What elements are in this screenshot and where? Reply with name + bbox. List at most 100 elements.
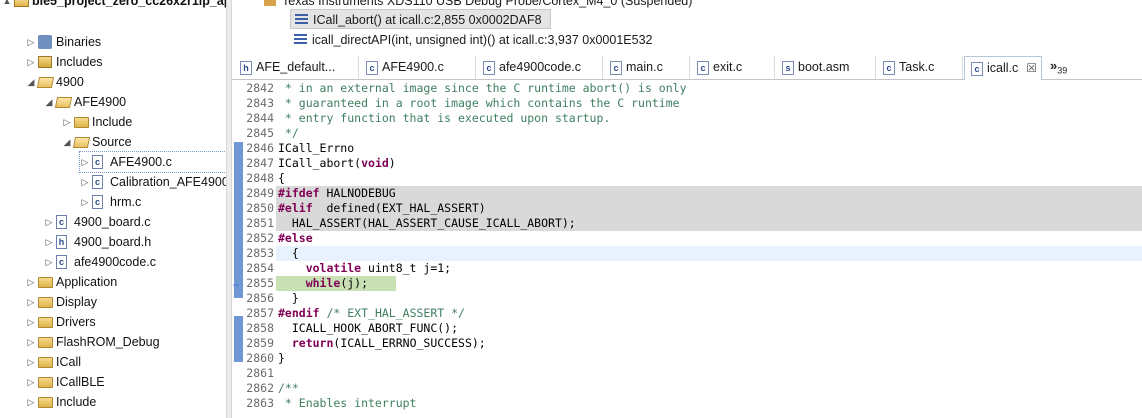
expand-toggle-icon[interactable]: ◢ [62,132,72,152]
editor-tab[interactable]: c main.c [604,56,690,79]
code-line[interactable]: 2854 volatile uint8_t j=1; [232,261,1142,276]
line-number: 2847 [246,156,274,170]
expand-toggle-icon[interactable]: ▷ [80,172,90,192]
code-line[interactable]: 2851 HAL_ASSERT(HAL_ASSERT_CAUSE_ICALL_A… [232,216,1142,231]
stack-frame[interactable]: icall_directAPI(int, unsigned int)() at … [290,30,652,50]
code-line[interactable]: 2850 #elif defined(EXT_HAL_ASSERT) [232,201,1142,216]
editor-tab[interactable]: c AFE4900.c [360,56,476,79]
code-editor[interactable]: 2842 * in an external image since the C … [232,80,1142,418]
code-text: * guaranteed in a root image which conta… [278,96,680,110]
expand-toggle-icon[interactable]: ◢ [26,72,36,92]
expand-toggle-icon[interactable]: ▷ [26,292,36,312]
code-text: while(j); [305,276,369,290]
tree-item[interactable]: ▷ c 4900_board.c [44,212,226,232]
editor-tab[interactable]: c exit.c [691,56,775,79]
expand-toggle-icon[interactable]: ▷ [80,152,90,172]
expand-toggle-icon[interactable]: ▷ [26,372,36,392]
close-tab-icon[interactable]: ☒ [1026,57,1037,80]
folder-icon [38,397,53,408]
code-line[interactable]: 2856 } [232,291,1142,306]
tree-item[interactable]: ▷ Binaries [26,32,226,52]
expand-toggle-icon[interactable]: ▷ [80,192,90,212]
code-text: #else [278,231,313,245]
expand-toggle-icon[interactable]: ▷ [26,392,36,412]
expand-toggle-icon[interactable]: ▷ [44,252,54,272]
code-line[interactable]: 2847 ICall_abort(void) [232,156,1142,171]
tree-item[interactable]: ▷ c afe4900code.c [44,252,226,272]
tab-label: main.c [626,60,663,74]
expand-toggle-icon[interactable]: ▷ [62,112,72,132]
tree-item[interactable]: ▲ ble5_project_zero_cc26x2r1lp_ap [2,0,226,11]
code-line[interactable]: 2857 #endif /* EXT_HAL_ASSERT */ [232,306,1142,321]
code-line[interactable]: 2861 [232,366,1142,381]
tree-item[interactable]: ▷ Drivers [26,312,226,332]
stack-frame-label: ICall_abort() at icall.c:2,855 0x0002DAF… [313,13,542,27]
tab-overflow-button[interactable]: »39 [1050,56,1067,79]
tree-item[interactable]: ▷ Include [62,112,226,132]
code-line[interactable]: 2843 * guaranteed in a root image which … [232,96,1142,111]
tree-item[interactable]: ▷ h 4900_board.h [44,232,226,252]
expand-toggle-icon[interactable]: ◢ [44,92,54,112]
editor-tab[interactable]: s boot.asm [776,56,876,79]
code-line[interactable]: 2863 * Enables interrupt [232,396,1142,411]
expand-toggle-icon[interactable]: ▷ [26,352,36,372]
file-type-icon: c [883,61,895,75]
code-line[interactable]: 2842 * in an external image since the C … [232,81,1142,96]
includes-icon [38,56,52,68]
line-number: 2852 [246,231,274,245]
expand-toggle-icon[interactable]: ▷ [26,32,36,52]
tree-item[interactable]: ▷ ICall [26,352,226,372]
line-number: 2845 [246,126,274,140]
tree-item[interactable]: ◢ 4900 [26,72,226,92]
file-type-icon: c [697,61,709,75]
tree-item[interactable]: ◢ AFE4900 [44,92,226,112]
code-line[interactable]: 2848 { [232,171,1142,186]
code-line[interactable]: 2849 #ifdef HALNODEBUG [232,186,1142,201]
line-number: 2856 [246,291,274,305]
tree-item[interactable]: ◢ Source [62,132,226,152]
code-line[interactable]: 2859 return(ICALL_ERRNO_SUCCESS); [232,336,1142,351]
expand-toggle-icon[interactable]: ▷ [26,52,36,72]
tree-item[interactable]: ▷ c Calibration_AFE4900 [80,172,226,192]
stack-frame-icon [295,14,308,26]
tree-item[interactable]: ▷ c hrm.c [80,192,226,212]
tree-item[interactable]: ▷ Include [26,392,226,412]
expand-toggle-icon[interactable]: ▷ [44,232,54,252]
code-text: } [278,351,285,365]
expand-toggle-icon[interactable]: ▷ [26,332,36,352]
line-number: 2862 [246,381,274,395]
editor-tab[interactable]: c Task.c [877,56,963,79]
editor-tab[interactable]: c icall.c ☒ [964,56,1042,80]
tree-item[interactable]: ▷ c AFE4900.c [79,151,226,173]
code-line[interactable]: 2862 /** [232,381,1142,396]
code-line[interactable]: 2853 { [232,246,1142,261]
folder-open-icon [54,97,73,108]
code-line[interactable]: 2852 #else [232,231,1142,246]
h-file-icon: h [56,235,67,249]
tree-item[interactable]: ▷ ICallBLE [26,372,226,392]
code-line[interactable]: 2860} [232,351,1142,366]
file-type-icon: h [240,61,252,75]
code-line[interactable]: 2846 ICall_Errno [232,141,1142,156]
editor-tab[interactable]: c afe4900code.c [477,56,603,79]
expand-toggle-icon[interactable]: ▷ [44,212,54,232]
debug-target-icon [264,0,276,6]
code-line[interactable]: 2845 */ [232,126,1142,141]
code-line[interactable]: 2844 * entry function that is executed u… [232,111,1142,126]
file-type-icon: c [610,61,622,75]
code-line[interactable]: 2855 while(j); ⇨ [232,276,1142,291]
stack-frame[interactable]: ICall_abort() at icall.c:2,855 0x0002DAF… [290,9,551,29]
tree-item-label: FlashROM_Debug [56,335,160,349]
tree-item[interactable]: ▷ FlashROM_Debug [26,332,226,352]
expand-toggle-icon[interactable]: ▷ [26,312,36,332]
tree-item-label: 4900 [56,75,84,89]
code-line[interactable]: 2858 ICALL_HOOK_ABORT_FUNC(); [232,321,1142,336]
expand-toggle-icon[interactable]: ▲ [2,0,12,11]
code-text: { [278,171,285,185]
tree-item-label: Drivers [56,315,96,329]
tree-item[interactable]: ▷ Includes [26,52,226,72]
expand-toggle-icon[interactable]: ▷ [26,272,36,292]
tree-item[interactable]: ▷ Display [26,292,226,312]
editor-tab[interactable]: h AFE_default... [234,56,359,79]
tree-item[interactable]: ▷ Application [26,272,226,292]
